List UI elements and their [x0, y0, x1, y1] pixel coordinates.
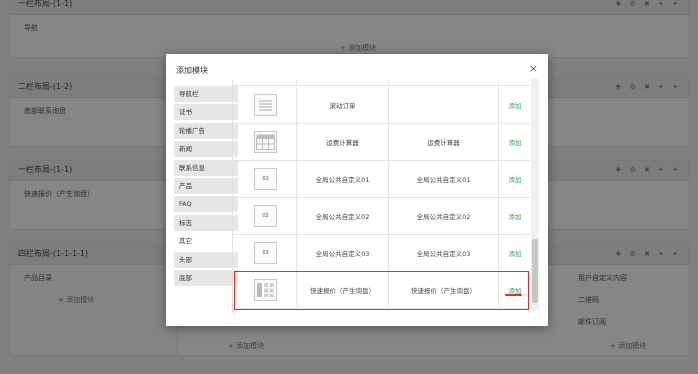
module-desc: 运费计算器 [389, 124, 499, 160]
list-thumb-icon [254, 94, 277, 116]
category-item-nav[interactable]: 导航栏 [174, 86, 238, 102]
category-item-header[interactable]: 头部 [174, 251, 238, 268]
add-button[interactable]: 添加 [499, 124, 530, 160]
module-row: 03 全局公共自定义03 全局公共自定义03 添加 [233, 235, 530, 272]
dialog-title: 添加模块 [176, 66, 208, 75]
module-name: 滚动订单 [297, 87, 389, 123]
category-item-footer[interactable]: 底部 [174, 269, 238, 286]
category-item-other[interactable]: 其它 [174, 233, 238, 250]
scrollbar-thumb[interactable] [532, 239, 538, 303]
add-button[interactable]: 添加 [499, 87, 530, 123]
category-item-carousel[interactable]: 轮播广告 [174, 122, 238, 139]
module-name: 运费计算器 [297, 124, 389, 160]
highlight-box [234, 271, 529, 310]
category-item-contact[interactable]: 联系信息 [174, 159, 238, 176]
highlight-underline [505, 294, 522, 296]
module-row: 02 全局公共自定义02 全局公共自定义02 添加 [233, 198, 530, 235]
category-item-faq[interactable]: FAQ [174, 196, 238, 213]
custom-thumb-icon: 01 [254, 168, 277, 190]
module-desc [389, 87, 499, 123]
module-row: 01 全局公共自定义01 全局公共自定义01 添加 [233, 161, 530, 198]
module-thumb-cell [233, 87, 297, 123]
module-list-scrollbar[interactable] [531, 79, 539, 311]
module-row: 运费计算器 运费计算器 添加 [233, 124, 530, 161]
add-button[interactable]: 添加 [499, 161, 530, 197]
module-thumb-cell [233, 124, 297, 160]
table-thumb-icon [254, 131, 277, 153]
module-thumb-cell: 02 [233, 198, 297, 234]
module-desc: 全局公共自定义02 [389, 198, 499, 234]
module-desc: 全局公共自定义03 [389, 235, 499, 271]
module-thumb-cell: 03 [233, 235, 297, 271]
category-item-product[interactable]: 产品 [174, 177, 238, 194]
module-thumb-cell [233, 80, 297, 85]
module-name: 全局公共自定义02 [297, 198, 389, 234]
category-item-news[interactable]: 新闻 [174, 141, 238, 158]
module-row: 滚动订单 添加 [233, 87, 530, 124]
category-sidebar: 导航栏 证书 轮播广告 新闻 联系信息 产品 FAQ 标志 其它 头部 底部 [174, 86, 238, 288]
add-button[interactable] [499, 80, 530, 85]
category-item-logo[interactable]: 标志 [174, 214, 238, 231]
module-desc: 全局公共自定义01 [389, 161, 499, 197]
close-icon[interactable]: × [529, 62, 538, 75]
custom-thumb-icon: 02 [254, 205, 277, 227]
custom-thumb-icon: 03 [254, 242, 277, 264]
module-row [233, 80, 530, 86]
add-button[interactable]: 添加 [499, 235, 530, 271]
module-name: 全局公共自定义03 [297, 235, 389, 271]
category-item-certificate[interactable]: 证书 [174, 104, 238, 121]
add-button[interactable]: 添加 [499, 198, 530, 234]
module-name [297, 80, 389, 85]
module-desc [389, 80, 499, 85]
module-thumb-cell: 01 [233, 161, 297, 197]
module-name: 全局公共自定义01 [297, 161, 389, 197]
